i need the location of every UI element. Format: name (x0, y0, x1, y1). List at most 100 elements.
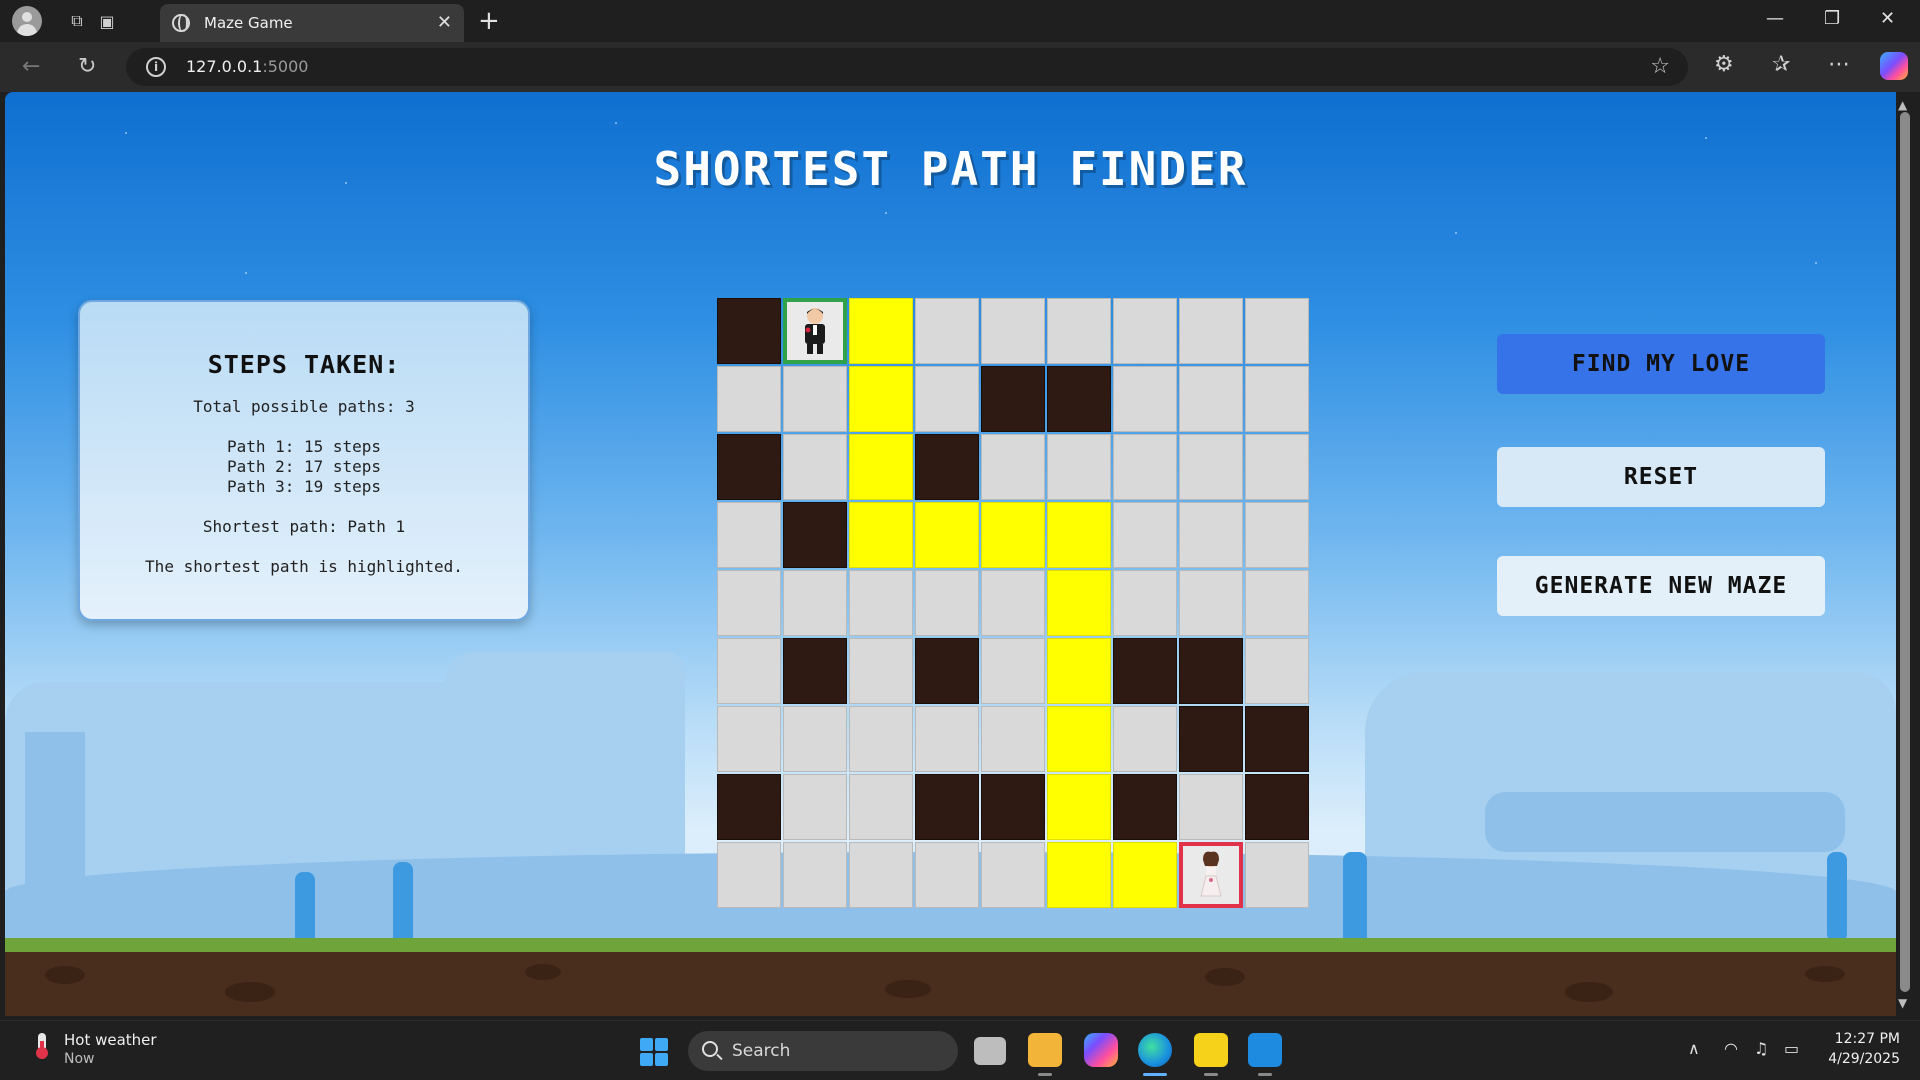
maze-cell-start[interactable] (783, 298, 847, 364)
maze-cell-empty[interactable] (981, 842, 1045, 908)
maze-cell-path[interactable] (1047, 502, 1111, 568)
maze-cell-path[interactable] (1047, 638, 1111, 704)
maze-cell-empty[interactable] (717, 706, 781, 772)
vscode-icon[interactable] (1248, 1033, 1282, 1067)
maze-cell-path[interactable] (1113, 842, 1177, 908)
favorites-icon[interactable]: ✰ (1772, 52, 1790, 77)
find-my-love-button[interactable]: FIND MY LOVE (1497, 334, 1825, 394)
maze-cell-empty[interactable] (717, 366, 781, 432)
maze-cell-empty[interactable] (981, 638, 1045, 704)
wifi-icon[interactable]: ◠ (1724, 1039, 1738, 1058)
maze-cell-wall[interactable] (717, 774, 781, 840)
maze-cell-empty[interactable] (981, 570, 1045, 636)
weather-title[interactable]: Hot weather (64, 1031, 157, 1049)
maze-cell-path[interactable] (1047, 774, 1111, 840)
maze-cell-empty[interactable] (849, 706, 913, 772)
copilot-app-icon[interactable] (1084, 1033, 1118, 1067)
tab-maze-game[interactable]: Maze Game ✕ (160, 4, 464, 42)
maze-cell-wall[interactable] (1179, 638, 1243, 704)
scroll-down-icon[interactable]: ▼ (1898, 996, 1907, 1010)
clock-date[interactable]: 4/29/2025 (1820, 1051, 1900, 1067)
maze-cell-empty[interactable] (1245, 842, 1309, 908)
maze-cell-empty[interactable] (1179, 570, 1243, 636)
maze-cell-empty[interactable] (717, 502, 781, 568)
maze-cell-empty[interactable] (849, 774, 913, 840)
maze-cell-wall[interactable] (1113, 638, 1177, 704)
maze-cell-empty[interactable] (1245, 434, 1309, 500)
maze-cell-empty[interactable] (849, 842, 913, 908)
maze-cell-empty[interactable] (1245, 638, 1309, 704)
maze-cell-empty[interactable] (1179, 774, 1243, 840)
windows-start-icon[interactable] (640, 1038, 668, 1066)
maze-cell-empty[interactable] (915, 366, 979, 432)
maze-cell-empty[interactable] (783, 842, 847, 908)
task-view-icon[interactable] (974, 1037, 1006, 1065)
refresh-icon[interactable]: ↻ (78, 54, 96, 79)
maze-cell-wall[interactable] (1245, 706, 1309, 772)
maze-cell-empty[interactable] (849, 570, 913, 636)
maze-cell-wall[interactable] (1245, 774, 1309, 840)
file-explorer-icon[interactable] (1028, 1033, 1062, 1067)
clock-time[interactable]: 12:27 PM (1830, 1031, 1900, 1047)
workspaces-icon[interactable]: ⧉ (64, 8, 90, 34)
vertical-tabs-icon[interactable]: ▣ (94, 8, 120, 34)
maze-cell-wall[interactable] (915, 638, 979, 704)
volume-icon[interactable]: ♫ (1754, 1039, 1768, 1058)
url-text[interactable]: 127.0.0.1:5000 (186, 57, 308, 76)
maze-cell-empty[interactable] (1113, 298, 1177, 364)
maze-cell-path[interactable] (981, 502, 1045, 568)
window-close-icon[interactable]: ✕ (1880, 8, 1895, 29)
maze-cell-empty[interactable] (915, 706, 979, 772)
maze-cell-empty[interactable] (1113, 366, 1177, 432)
copilot-icon[interactable] (1880, 52, 1908, 80)
reset-button[interactable]: RESET (1497, 447, 1825, 507)
restore-icon[interactable]: ❐ (1824, 8, 1840, 29)
close-tab-icon[interactable]: ✕ (437, 12, 452, 33)
maze-cell-empty[interactable] (1245, 502, 1309, 568)
maze-cell-empty[interactable] (1245, 570, 1309, 636)
maze-cell-wall[interactable] (717, 298, 781, 364)
edge-browser-icon[interactable] (1138, 1033, 1172, 1067)
maze-cell-empty[interactable] (915, 298, 979, 364)
maze-cell-empty[interactable] (1047, 298, 1111, 364)
site-info-icon[interactable]: i (146, 57, 166, 77)
maze-cell-empty[interactable] (1113, 502, 1177, 568)
maze-cell-empty[interactable] (849, 638, 913, 704)
maze-cell-path[interactable] (849, 366, 913, 432)
new-tab-icon[interactable]: + (478, 6, 500, 36)
maze-cell-empty[interactable] (1179, 366, 1243, 432)
maze-cell-wall[interactable] (915, 434, 979, 500)
maze-cell-path[interactable] (849, 502, 913, 568)
maze-cell-path[interactable] (915, 502, 979, 568)
maze-cell-wall[interactable] (783, 502, 847, 568)
minimize-icon[interactable]: — (1766, 8, 1784, 29)
maze-cell-empty[interactable] (1179, 502, 1243, 568)
maze-cell-empty[interactable] (783, 706, 847, 772)
maze-cell-wall[interactable] (981, 366, 1045, 432)
maze-cell-wall[interactable] (1179, 706, 1243, 772)
extensions-icon[interactable]: ⚙ (1714, 52, 1734, 77)
show-hidden-icons[interactable]: ∧ (1688, 1039, 1700, 1058)
maze-cell-empty[interactable] (1245, 298, 1309, 364)
maze-cell-empty[interactable] (1179, 434, 1243, 500)
maze-cell-empty[interactable] (783, 366, 847, 432)
maze-cell-empty[interactable] (1179, 298, 1243, 364)
maze-cell-wall[interactable] (783, 638, 847, 704)
maze-cell-empty[interactable] (717, 842, 781, 908)
maze-cell-empty[interactable] (783, 774, 847, 840)
maze-cell-wall[interactable] (1047, 366, 1111, 432)
profile-avatar[interactable] (12, 6, 42, 36)
maze-cell-wall[interactable] (717, 434, 781, 500)
maze-cell-empty[interactable] (1113, 570, 1177, 636)
maze-cell-empty[interactable] (981, 434, 1045, 500)
more-options-icon[interactable]: ⋯ (1828, 52, 1850, 77)
maze-cell-empty[interactable] (915, 842, 979, 908)
maze-cell-path[interactable] (1047, 842, 1111, 908)
maze-cell-wall[interactable] (1113, 774, 1177, 840)
maze-cell-empty[interactable] (717, 638, 781, 704)
maze-cell-empty[interactable] (915, 570, 979, 636)
maze-cell-end[interactable] (1179, 842, 1243, 908)
address-bar[interactable]: i 127.0.0.1:5000 ☆ (126, 48, 1688, 86)
maze-cell-empty[interactable] (783, 434, 847, 500)
maze-cell-empty[interactable] (717, 570, 781, 636)
